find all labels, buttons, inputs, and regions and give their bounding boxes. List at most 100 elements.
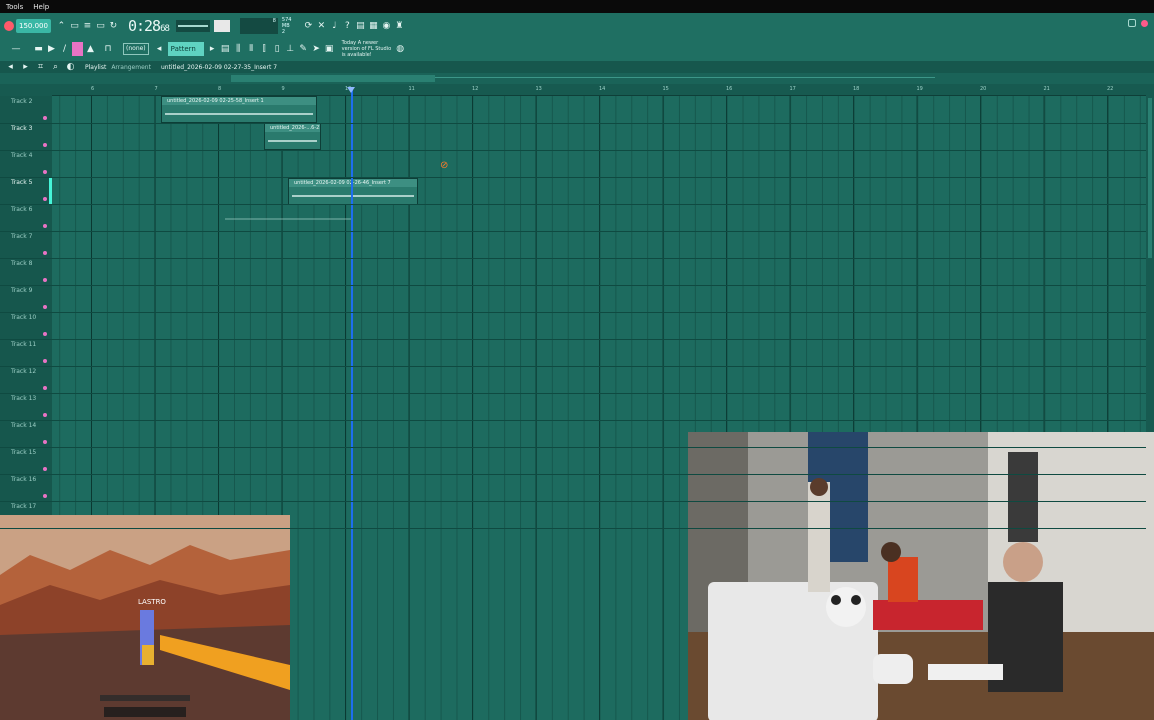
track-label[interactable]: Track 4 [11,152,32,159]
track-divider [0,393,1146,394]
track-color-dot[interactable] [43,386,47,390]
step-edit-icon[interactable]: ▭ [95,19,106,34]
timeline-ruler[interactable]: 6 7 8 9 10 11 12 13 14 15 16 17 18 19 20 21 22 [52,84,1146,96]
pin-icon[interactable]: ⊥ [285,42,296,57]
track-color-dot[interactable] [43,332,47,336]
account-icon[interactable]: ◍ [395,42,406,57]
snap-mode[interactable]: (none) [123,43,149,55]
track-divider [0,177,1146,178]
track-label[interactable]: Track 3 [11,125,32,132]
playlist-subtitle: Arrangement [111,63,151,71]
cpu-value: 8 [272,18,276,24]
track-label[interactable]: Track 7 [11,233,32,240]
countdown-icon[interactable]: ≡ [82,19,93,34]
track-label[interactable]: Track 6 [11,206,32,213]
selected-track-indicator [49,178,52,205]
track-divider [0,474,1146,475]
ruler-tick-label: 15 [662,86,669,92]
track-color-dot[interactable] [43,359,47,363]
channel-rack-icon[interactable]: ▦ [368,19,379,34]
playhead[interactable] [351,88,353,720]
track-color-dot[interactable] [43,251,47,255]
mixer-alt-icon[interactable]: ⫿ [259,42,270,57]
track-color-dot[interactable] [43,305,47,309]
magnet-icon[interactable]: ⊓ [98,42,118,57]
track-label[interactable]: Track 5 [11,179,32,186]
track-divider [0,447,1146,448]
track-color-dot[interactable] [43,224,47,228]
piano-roll-icon[interactable]: ▬ [33,42,44,57]
audio-clip[interactable]: untitled_2026-02-09 02-25-58_Insert 1 [161,96,317,123]
pointer-icon[interactable]: ➤ [311,42,322,57]
track-divider [0,339,1146,340]
browser-icon[interactable]: ◉ [381,19,392,34]
mixer-icon[interactable]: ▤ [355,19,366,34]
track-label[interactable]: Track 14 [11,422,36,429]
tempo-display[interactable]: 150.000 [16,19,51,33]
play-icon[interactable]: ▶ [46,42,57,57]
track-label[interactable]: Track 11 [11,341,36,348]
loop-record-icon[interactable]: ↻ [108,19,119,34]
ruler-corner [0,84,52,96]
window-restore-button[interactable] [1128,19,1136,27]
pattern-selector[interactable]: Pattern 1 [167,42,204,67]
playlist-file: untitled_2026-02-09 02-27-35_Insert 7 [160,63,278,71]
playlist-icon[interactable]: ▤ [220,42,231,57]
menu-help[interactable]: Help [33,3,49,11]
scroll-knob[interactable] [1148,98,1152,258]
overview-thumb[interactable] [231,75,435,82]
menu-tools[interactable]: Tools [6,3,23,11]
track-label[interactable]: Track 8 [11,260,32,267]
pattern-prev-icon[interactable]: ◂ [154,42,165,57]
news-icon[interactable]: ▣ [324,42,335,57]
plugin-icon[interactable]: ♜ [394,19,405,34]
track-label[interactable]: Track 9 [11,287,32,294]
fader-icon[interactable]: ⫴ [246,42,257,57]
wait-icon[interactable]: ▭ [69,19,80,34]
track-label[interactable]: Track 12 [11,368,36,375]
clip-waveform [292,195,414,197]
pen-icon[interactable]: ✎ [298,42,309,57]
pattern-next-icon[interactable]: ▸ [207,42,218,57]
peak-meter [213,20,230,32]
help-icon[interactable]: ? [342,19,353,34]
track-label[interactable]: Track 13 [11,395,36,402]
memory-sub: 2 [281,29,286,35]
overview-track [435,77,935,78]
track-label[interactable]: Track 10 [11,314,36,321]
news-ticker[interactable]: Today A newer version of FL Studio is av… [342,40,394,58]
metronome-icon[interactable]: ⌃ [56,19,67,34]
track-color-dot[interactable] [43,440,47,444]
track-color-dot[interactable] [43,197,47,201]
audio-clip[interactable]: untitled_2026-02-09 02-26-46_Insert 7 [288,178,418,205]
track-color-dot[interactable] [43,467,47,471]
track-color-dot[interactable] [43,143,47,147]
mic-icon[interactable]: ♩ [329,19,340,34]
audio-clip[interactable]: untitled_2026-...6-21_Insert 7 [264,123,321,150]
playlist-header: ◂ ▸ ⌗ ⌕ ◐ Playlist Arrangement untitled_… [0,61,1154,73]
draw-icon[interactable]: / [59,42,70,57]
track-color-dot[interactable] [43,170,47,174]
window-close-button[interactable] [1141,20,1148,27]
cut-icon[interactable]: ▯ [272,42,283,57]
game-stream-overlay: LASTRO [0,515,290,720]
track-label[interactable]: Track 16 [11,476,36,483]
clip-label: untitled_2026-02-09 02-26-46_Insert 7 [289,179,417,187]
delete-tool-icon[interactable]: ▲ [85,42,96,57]
tools-icon[interactable]: ✕ [316,19,327,34]
horizontal-overview[interactable] [0,73,1154,84]
track-divider [0,231,1146,232]
eq-icon[interactable]: ⫼ [233,42,244,57]
paint-tool-icon[interactable] [72,42,83,56]
track-label[interactable]: Track 17 [11,503,36,510]
record-button[interactable] [4,21,14,31]
track-color-dot[interactable] [43,413,47,417]
track-label[interactable]: Track 2 [11,98,32,105]
track-color-dot[interactable] [43,116,47,120]
track-color-dot[interactable] [43,494,47,498]
online-icon[interactable]: ⟳ [303,19,314,34]
playhead-marker[interactable] [347,87,355,93]
track-divider [0,258,1146,259]
track-label[interactable]: Track 15 [11,449,36,456]
track-color-dot[interactable] [43,278,47,282]
